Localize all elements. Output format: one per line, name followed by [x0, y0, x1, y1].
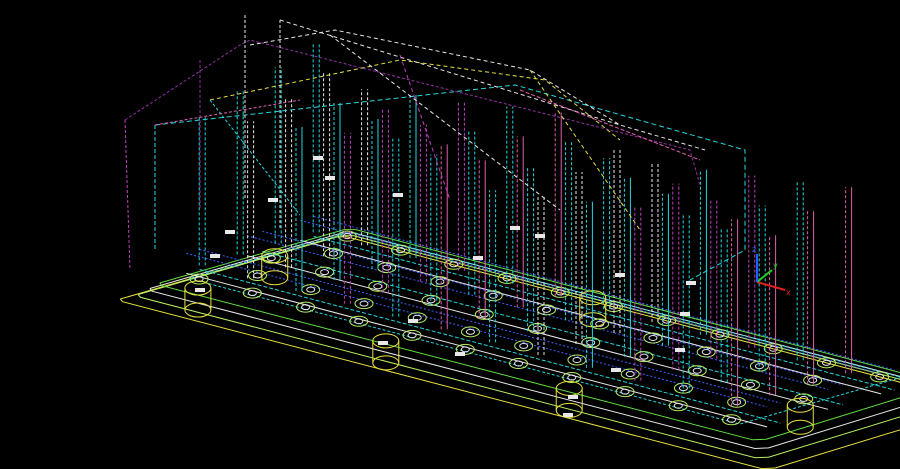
- boss-hole: [648, 334, 658, 341]
- marker: [675, 348, 685, 352]
- axis-z-label: z: [752, 245, 756, 254]
- boss-circle: [349, 315, 369, 327]
- base-plates: [119, 229, 900, 469]
- diagonal-brace: [529, 69, 641, 231]
- marker: [455, 352, 465, 356]
- frame-post: [124, 119, 131, 271]
- boss-hole: [732, 399, 742, 406]
- boss-circle: [430, 276, 450, 288]
- marker: [325, 176, 335, 180]
- boss-hole: [306, 286, 316, 293]
- boss-circle: [354, 298, 374, 310]
- boss-hole: [382, 264, 392, 271]
- marker: [210, 254, 220, 258]
- boss-hole: [586, 339, 596, 346]
- diagonal-brace: [209, 99, 301, 216]
- marker: [473, 256, 483, 260]
- cad-viewport[interactable]: x y z: [0, 0, 900, 469]
- marker: [680, 312, 690, 316]
- boss-hole: [701, 349, 711, 356]
- boss-hole: [692, 367, 702, 374]
- rails: [186, 215, 895, 428]
- boss-circle: [242, 287, 262, 299]
- rail-line: [199, 268, 781, 424]
- cylinder-top: [261, 248, 289, 264]
- marker: [535, 234, 545, 238]
- cylinder-top: [372, 333, 400, 349]
- boss-hole: [320, 269, 330, 276]
- diagonal-brace: [399, 54, 451, 201]
- roof-line: [249, 29, 706, 151]
- boss-hole: [359, 300, 369, 307]
- boss-circle: [696, 346, 716, 358]
- rail-line: [262, 250, 844, 406]
- axis-x-line: [756, 281, 786, 291]
- marker: [686, 281, 696, 285]
- marker: [611, 368, 621, 372]
- marker: [313, 156, 323, 160]
- boss-hole: [808, 377, 818, 384]
- marker: [510, 226, 520, 230]
- marker: [195, 288, 205, 292]
- boss-hole: [479, 311, 489, 318]
- boss-circle: [615, 386, 635, 398]
- cylinder-bottom: [786, 419, 814, 435]
- marker: [268, 198, 278, 202]
- marker: [615, 273, 625, 277]
- boss-hole: [373, 283, 383, 290]
- columns: [198, 43, 853, 407]
- diagonal-brace: [329, 34, 561, 211]
- cylinder-top: [555, 380, 583, 396]
- boss-circle: [668, 400, 688, 412]
- marker: [408, 319, 418, 323]
- boss-circle: [402, 329, 422, 341]
- axis-x-label: x: [786, 288, 791, 297]
- boss-hole: [465, 328, 475, 335]
- boss-circle: [483, 290, 503, 302]
- axis-triad: x y z: [752, 245, 791, 297]
- boss-circle: [620, 368, 640, 380]
- boss-hole: [519, 342, 529, 349]
- cylinder-bottom: [372, 355, 400, 371]
- boss-circle: [509, 357, 529, 369]
- boss-circle: [722, 414, 741, 426]
- rail-line: [300, 219, 882, 375]
- marker: [563, 413, 573, 417]
- marker: [393, 193, 403, 197]
- boss-hole: [572, 356, 582, 363]
- marker: [225, 230, 235, 234]
- boss-circle: [296, 301, 316, 313]
- boss-hole: [253, 272, 262, 279]
- frame-line: [154, 99, 301, 126]
- wireframe-model[interactable]: x y z: [0, 0, 900, 469]
- marker: [568, 395, 578, 399]
- boss-hole: [745, 381, 755, 388]
- boss-hole: [625, 371, 635, 378]
- marker: [378, 341, 388, 345]
- markers: [195, 156, 696, 417]
- diagonal-brace: [519, 89, 701, 161]
- axis-y-label: y: [773, 261, 778, 270]
